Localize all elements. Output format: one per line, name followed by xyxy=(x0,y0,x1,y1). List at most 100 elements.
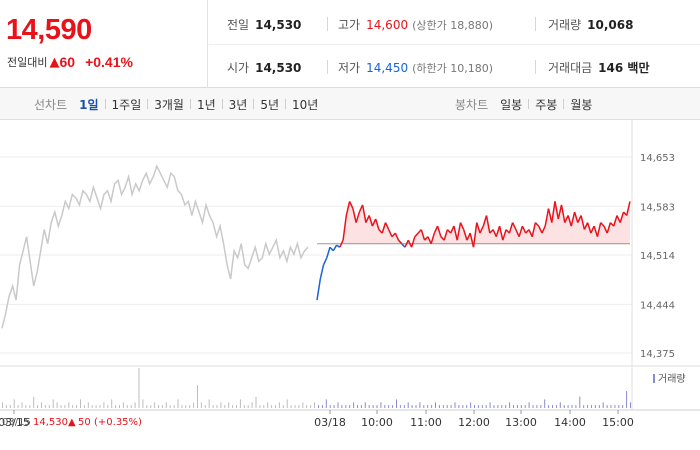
volume-bar xyxy=(87,402,89,408)
volume-bar xyxy=(204,405,206,408)
low-value: 14,450 xyxy=(366,60,409,75)
volume-bar xyxy=(587,405,589,408)
volume-bar xyxy=(579,396,581,408)
volume-bar xyxy=(622,405,624,408)
volume-bar xyxy=(427,405,429,408)
volume-bar xyxy=(122,402,124,408)
info-separator xyxy=(535,60,536,74)
volume-bar xyxy=(115,405,117,408)
volume-bar xyxy=(95,405,97,408)
volume-legend-label: 거래량 xyxy=(658,373,686,385)
volume-bar xyxy=(29,405,31,408)
volume-bar xyxy=(138,368,140,408)
volume-bar xyxy=(224,405,226,408)
volume-bar xyxy=(169,405,171,408)
period-1d[interactable]: 1일 xyxy=(75,96,102,113)
open-info: 시가 14,530 xyxy=(227,59,301,76)
volume-bar xyxy=(411,405,413,408)
volume-bar xyxy=(185,405,187,408)
prev-close-value: 14,530 xyxy=(255,17,302,32)
period-5y[interactable]: 5년 xyxy=(256,96,283,113)
volume-bar xyxy=(146,405,148,408)
volume-bar xyxy=(594,405,596,408)
amount-info: 거래대금 146 백만 xyxy=(548,59,649,76)
volume-bar xyxy=(64,405,66,408)
volume-bar xyxy=(333,405,335,408)
period-weekly-candle[interactable]: 주봉 xyxy=(531,96,561,113)
volume-bar xyxy=(497,405,499,408)
prev-close-info: 전일 14,530 xyxy=(227,16,301,33)
y-tick-label: 14,514 xyxy=(640,251,675,262)
volume-bar xyxy=(286,399,288,408)
volume-bar xyxy=(177,399,179,408)
volume-bar xyxy=(275,405,276,408)
period-3m[interactable]: 3개월 xyxy=(150,96,188,113)
price-chart[interactable]: 14,653 14,583 14,514 14,444 14,375 03/15 03/1… xyxy=(0,120,700,450)
footnote-arrow: ▲ xyxy=(68,417,76,428)
toolbar-divider xyxy=(285,99,287,109)
volume-bar xyxy=(208,399,210,408)
toolbar-divider xyxy=(104,99,106,109)
volume-bar xyxy=(212,405,214,408)
high-label: 고가 xyxy=(338,18,361,32)
volume-bar xyxy=(48,405,50,408)
volume-bar xyxy=(446,405,448,408)
volume-bar xyxy=(220,402,222,408)
volume-bar xyxy=(606,405,608,408)
volume-bar xyxy=(165,402,167,408)
volume-bar xyxy=(626,390,628,408)
volume-bar xyxy=(310,405,312,408)
volume-bar xyxy=(610,405,612,408)
period-3y[interactable]: 3년 xyxy=(225,96,252,113)
volume-value: 10,068 xyxy=(587,17,634,32)
volume-bar xyxy=(438,405,440,408)
amount-value: 146 백만 xyxy=(598,61,650,75)
volume-bar xyxy=(516,405,518,408)
period-10y[interactable]: 10년 xyxy=(288,96,322,113)
volume-bar xyxy=(111,399,113,408)
period-1y[interactable]: 1년 xyxy=(193,96,220,113)
price-box: 14,590 전일대비 ▲ 60 +0.41% xyxy=(0,0,208,88)
volume-bar xyxy=(489,402,491,408)
volume-bar xyxy=(349,405,351,408)
volume-bar xyxy=(21,402,23,408)
volume-bar xyxy=(200,402,202,408)
period-daily-candle[interactable]: 일봉 xyxy=(496,96,526,113)
toolbar-divider xyxy=(563,99,565,109)
volume-bar xyxy=(150,405,152,408)
info-divider xyxy=(209,44,700,45)
change-percent: +0.41% xyxy=(85,54,133,70)
volume-bar xyxy=(501,405,503,408)
volume-bar xyxy=(329,405,331,408)
y-tick-label: 14,583 xyxy=(640,202,675,213)
open-value: 14,530 xyxy=(255,60,302,75)
volume-bar xyxy=(524,405,526,408)
volume-bar xyxy=(466,405,468,408)
volume-bar xyxy=(360,405,362,408)
period-1w[interactable]: 1주일 xyxy=(108,96,146,113)
volume-bar xyxy=(239,399,241,408)
volume-bar xyxy=(583,405,585,408)
open-label: 시가 xyxy=(227,61,250,75)
volume-bar xyxy=(419,402,421,408)
volume-bar xyxy=(325,399,327,408)
quote-summary: 14,590 전일대비 ▲ 60 +0.41% 전일 14,530 고가 14,… xyxy=(0,0,700,88)
up-triangle-icon: ▲ xyxy=(49,54,60,70)
volume-bar xyxy=(161,405,163,408)
volume-bar xyxy=(119,405,120,408)
footnote-date: 03/15 xyxy=(2,417,31,428)
volume-bar xyxy=(255,396,257,408)
low-info: 저가 14,450 (하한가 10,180) xyxy=(338,59,493,76)
upper-limit: (상한가 18,880) xyxy=(412,18,494,32)
volume-bar xyxy=(548,405,550,408)
volume-bar xyxy=(450,405,452,408)
volume-bar xyxy=(442,405,444,408)
volume-bar xyxy=(493,405,495,408)
x-tick-label: 03/18 xyxy=(314,416,346,429)
high-info: 고가 14,600 (상한가 18,880) xyxy=(338,16,493,33)
volume-bar xyxy=(189,405,191,408)
volume-bar xyxy=(76,405,78,408)
period-monthly-candle[interactable]: 월봉 xyxy=(566,96,596,113)
volume-bar xyxy=(372,405,374,408)
toolbar-divider xyxy=(147,99,149,109)
